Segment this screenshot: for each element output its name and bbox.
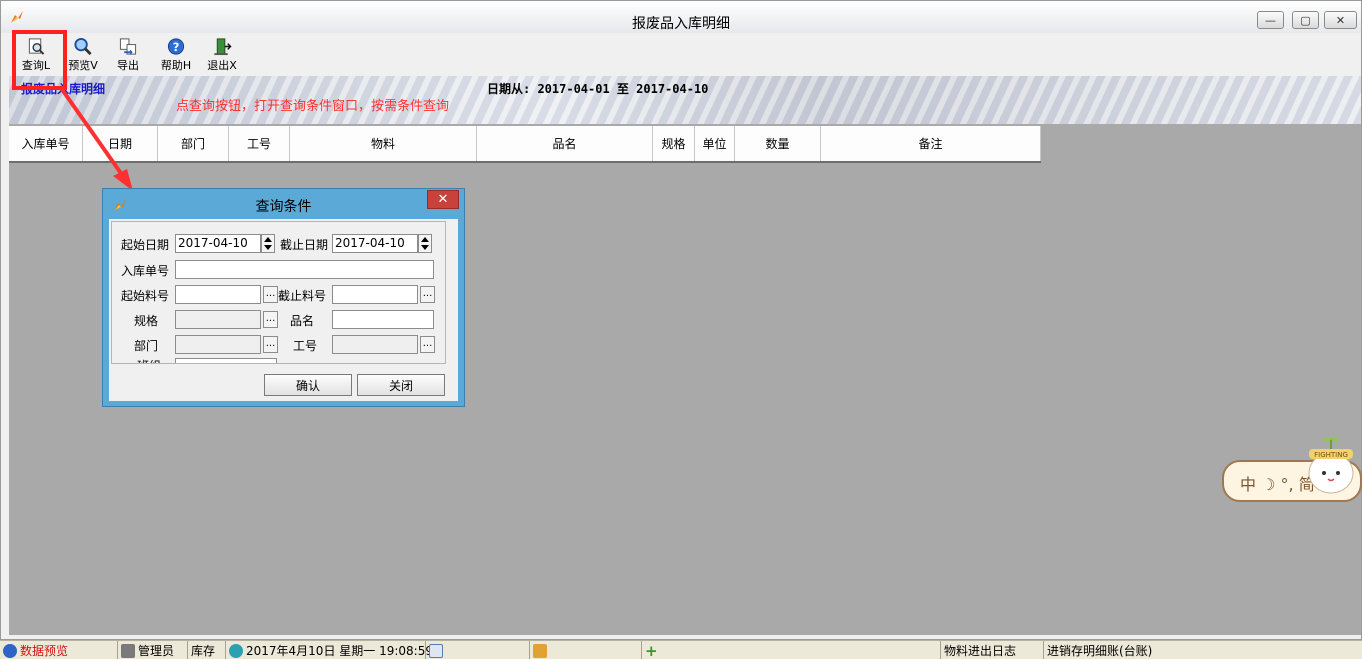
main-window: 报废品入库明细 — ▢ ✕ 查询L 预览V 导出 ? 帮助H 退出X 报废品入库… — [0, 0, 1362, 640]
emp-field[interactable] — [332, 335, 418, 354]
column-header[interactable]: 单位 — [695, 126, 735, 161]
dialog-close-button[interactable]: ✕ — [427, 190, 459, 209]
dialog-close-text-button[interactable]: 关闭 — [357, 374, 445, 396]
start-item-browse-button[interactable]: ... — [263, 286, 278, 303]
dialog-title: 查询条件 — [255, 199, 312, 215]
doc-no-label: 入库单号 — [121, 264, 170, 278]
column-header[interactable]: 备注 — [821, 126, 1041, 161]
end-date-spinner[interactable] — [418, 234, 432, 253]
status-user: 管理员 — [118, 641, 188, 659]
window-title: 报废品入库明细 — [632, 16, 730, 32]
home-icon — [533, 643, 547, 658]
exit-button[interactable]: 退出X — [201, 37, 243, 73]
start-date-spinner[interactable] — [261, 234, 275, 253]
svg-text:?: ? — [173, 40, 180, 54]
export-icon — [119, 38, 137, 56]
name-label: 品名 — [290, 314, 315, 328]
column-header[interactable]: 部门 — [158, 126, 229, 161]
name-field[interactable] — [332, 310, 434, 329]
status-panel-2 — [530, 641, 642, 659]
exit-button-label: 退出X — [207, 59, 237, 72]
help-button[interactable]: ? 帮助H — [155, 37, 197, 73]
doc-no-field[interactable] — [175, 260, 434, 279]
export-button-label: 导出 — [117, 59, 139, 72]
start-date-label: 起始日期 — [121, 238, 170, 252]
column-header[interactable]: 工号 — [229, 126, 290, 161]
status-ledger-link[interactable]: 进销存明细账(台账) — [1044, 641, 1362, 659]
start-item-field[interactable] — [175, 285, 261, 304]
end-date-label: 截止日期 — [280, 238, 329, 252]
end-item-browse-button[interactable]: ... — [420, 286, 435, 303]
close-window-button[interactable]: ✕ — [1324, 11, 1357, 29]
plus-icon: + — [645, 641, 658, 659]
status-mode-text: 数据预览 — [20, 644, 69, 658]
column-header[interactable]: 入库单号 — [9, 126, 83, 161]
spec-field[interactable] — [175, 310, 261, 329]
date-range: 日期从: 2017-04-01 至 2017-04-10 — [487, 82, 709, 96]
status-log-link[interactable]: 物料进出日志 — [941, 641, 1044, 659]
conditions-group: 起始日期 2017-04-10 截止日期 2017-04-10 入库单号 起始料… — [111, 221, 446, 364]
exit-door-icon — [214, 38, 232, 56]
spin-down-icon — [264, 245, 272, 250]
dept-field[interactable] — [175, 335, 261, 354]
tutorial-annotation: 点查询按钮，打开查询条件窗口，按需条件查询 — [176, 99, 450, 114]
end-date-field[interactable]: 2017-04-10 — [332, 234, 418, 253]
column-header[interactable]: 品名 — [477, 126, 653, 161]
start-date-field[interactable]: 2017-04-10 — [175, 234, 261, 253]
clock-icon — [229, 643, 243, 658]
preview-button-label: 预览V — [68, 59, 98, 72]
toolbar: 查询L 预览V 导出 ? 帮助H 退出X — [9, 34, 1361, 76]
team-label: 班组 — [121, 357, 161, 363]
end-item-label: 截止料号 — [278, 289, 327, 303]
status-bar: 数据预览 管理员 库存 2017年4月10日 星期一 19:08:59 + 物料… — [0, 640, 1362, 659]
status-module: 库存 — [188, 641, 226, 659]
magnifier-icon — [74, 37, 92, 56]
team-select[interactable] — [175, 358, 277, 363]
start-item-label: 起始料号 — [121, 289, 170, 303]
status-panel-3: + — [642, 641, 941, 659]
status-mode: 数据预览 — [0, 641, 118, 659]
column-header[interactable]: 日期 — [83, 126, 158, 161]
export-button[interactable]: 导出 — [107, 37, 149, 73]
query-button-highlight — [12, 30, 67, 90]
dialog-body: 起始日期 2017-04-10 截止日期 2017-04-10 入库单号 起始料… — [109, 219, 458, 401]
status-datetime-text: 2017年4月10日 星期一 19:08:59 — [246, 644, 433, 658]
column-header[interactable]: 数量 — [735, 126, 821, 161]
spec-label: 规格 — [134, 314, 159, 328]
help-button-label: 帮助H — [160, 59, 192, 72]
emp-browse-button[interactable]: ... — [420, 336, 435, 353]
column-header[interactable]: 规格 — [653, 126, 695, 161]
column-header[interactable]: 物料 — [290, 126, 477, 161]
document-icon — [429, 643, 443, 658]
dept-browse-button[interactable]: ... — [263, 336, 278, 353]
emp-label: 工号 — [293, 339, 318, 353]
query-conditions-dialog: 查询条件 ✕ 起始日期 2017-04-10 截止日期 2017-04-10 入… — [102, 188, 465, 407]
spin-up-icon — [264, 237, 272, 242]
grid-header: 入库单号 日期 部门 工号 物料 品名 规格 单位 数量 备注 — [9, 126, 1041, 163]
mascot-sticker-icon: FIGHTING — [1308, 437, 1354, 494]
spin-up-icon — [421, 237, 429, 242]
maximize-button[interactable]: ▢ — [1292, 11, 1319, 29]
user-icon — [121, 643, 135, 658]
dept-label: 部门 — [134, 339, 159, 353]
status-datetime: 2017年4月10日 星期一 19:08:59 — [226, 641, 433, 659]
info-icon — [3, 643, 17, 658]
status-user-text: 管理员 — [138, 644, 175, 658]
minimize-button[interactable]: — — [1257, 11, 1284, 29]
mascot-caption: FIGHTING — [1314, 451, 1348, 459]
confirm-button[interactable]: 确认 — [264, 374, 352, 396]
status-panel-1 — [426, 641, 530, 659]
end-item-field[interactable] — [332, 285, 418, 304]
title-bar: 报废品入库明细 — ▢ ✕ — [1, 1, 1361, 33]
preview-button[interactable]: 预览V — [62, 37, 104, 73]
spin-down-icon — [421, 245, 429, 250]
help-icon: ? — [167, 38, 185, 55]
spec-browse-button[interactable]: ... — [263, 311, 278, 328]
